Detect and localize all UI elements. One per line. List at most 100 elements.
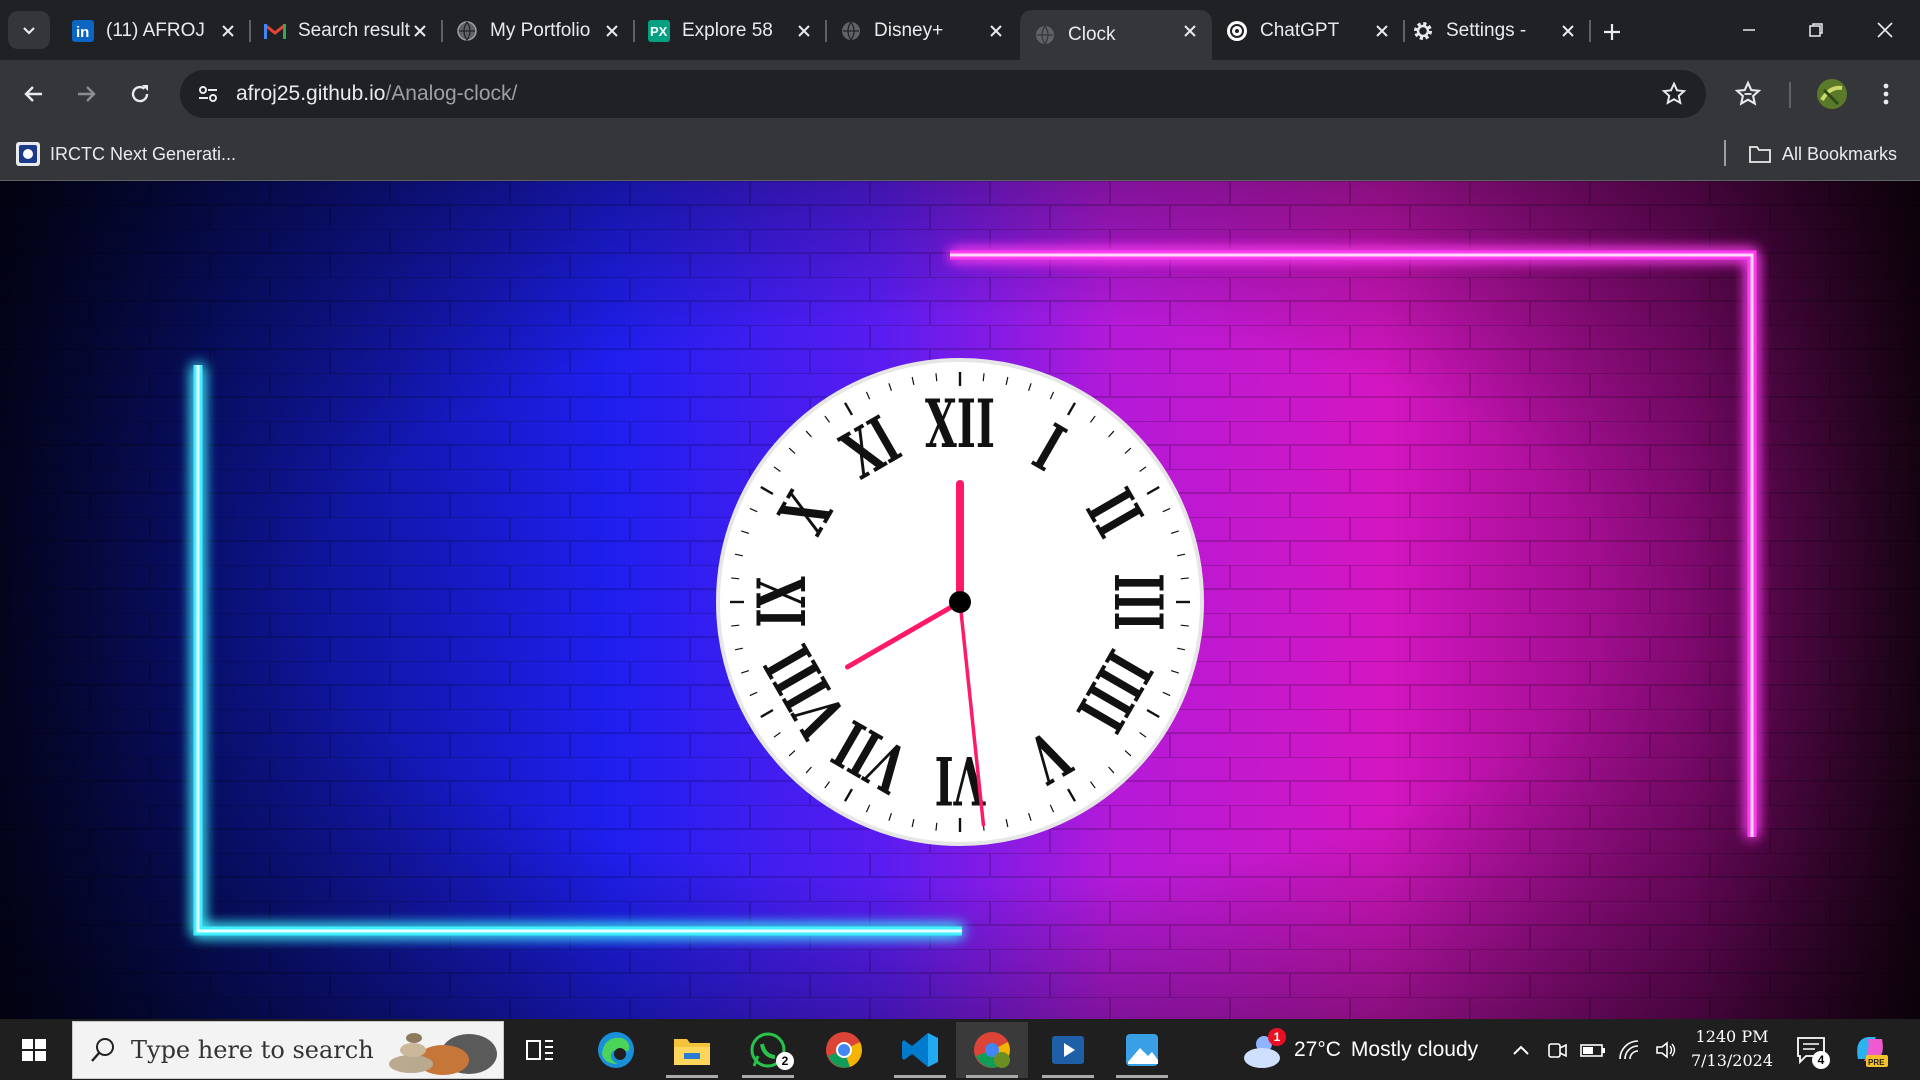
tab-title: Search results (298, 20, 410, 41)
tab-portfolio[interactable]: My Portfolio (442, 10, 635, 52)
whatsapp-app[interactable]: 2 (732, 1022, 804, 1078)
task-view-button[interactable] (504, 1022, 576, 1078)
tab-settings[interactable]: Settings - (1398, 10, 1591, 52)
system-date: 7/13/2024 (1690, 1051, 1774, 1070)
edge-app[interactable] (580, 1022, 652, 1078)
folder-icon (1749, 146, 1771, 163)
profile-avatar[interactable] (1810, 72, 1854, 116)
all-bookmarks-button[interactable]: All Bookmarks (1748, 140, 1897, 168)
globe-icon (1034, 24, 1056, 46)
clock-tick (1180, 577, 1189, 580)
start-button[interactable] (14, 1033, 54, 1067)
minimize-button[interactable] (1726, 10, 1772, 50)
restore-icon (1809, 23, 1823, 37)
close-icon[interactable] (1372, 21, 1392, 41)
folder-icon (674, 1039, 710, 1065)
copilot-button[interactable]: PRE (1850, 1029, 1892, 1071)
taskbar-search-box[interactable]: Type here to search (72, 1021, 504, 1079)
close-icon[interactable] (1180, 21, 1200, 41)
clock-tick (935, 373, 938, 382)
tab-disney[interactable]: Disney+ (826, 10, 1018, 52)
close-icon[interactable] (794, 21, 814, 41)
tab-clock[interactable]: Clock (1020, 10, 1212, 60)
reload-icon (131, 85, 149, 103)
photos-icon (1126, 1034, 1158, 1066)
wifi-icon[interactable] (1618, 1039, 1642, 1061)
bookmark-star-button[interactable] (1658, 78, 1690, 110)
bookmark-label: IRCTC Next Generati... (50, 143, 237, 164)
clock-numeral: III (1099, 573, 1177, 630)
all-bookmarks-label: All Bookmarks (1782, 143, 1898, 164)
back-button[interactable] (12, 72, 56, 116)
file-explorer-app[interactable] (656, 1022, 728, 1078)
vscode-icon (902, 1033, 938, 1067)
browser-menu-button[interactable] (1864, 72, 1908, 116)
chevron-down-icon (23, 27, 35, 35)
svg-text:in: in (76, 24, 89, 41)
tab-title: Disney+ (874, 20, 944, 41)
reload-button[interactable] (118, 72, 162, 116)
task-view-icon (526, 1040, 553, 1060)
tab-linkedin[interactable]: in (11) AFROJ (58, 10, 251, 52)
gear-icon (1412, 20, 1434, 42)
tab-explore[interactable]: PX Explore 58 (634, 10, 827, 52)
chatgpt-icon (1226, 20, 1248, 42)
reading-list-button[interactable] (1726, 72, 1770, 116)
tab-search-button[interactable] (8, 11, 50, 49)
whatsapp-badge: 2 (776, 1052, 794, 1070)
site-info-icon[interactable] (192, 78, 224, 110)
temperature: 27°C (1294, 1038, 1341, 1061)
globe-icon (840, 20, 862, 42)
close-icon[interactable] (218, 21, 238, 41)
weather-widget[interactable]: 1 27°C Mostly cloudy (1242, 1028, 1478, 1071)
chrome-app-active[interactable] (956, 1022, 1028, 1078)
globe-icon (456, 20, 478, 42)
tab-strip: in (11) AFROJ Search results My Portfoli… (0, 0, 1920, 60)
tab-gmail[interactable]: Search results (250, 10, 443, 52)
gmail-icon (264, 20, 286, 42)
plus-icon (1604, 24, 1620, 40)
restore-button[interactable] (1793, 10, 1839, 50)
linkedin-icon: in (72, 20, 94, 42)
arrow-right-icon (78, 86, 96, 102)
close-window-button[interactable] (1862, 10, 1908, 50)
star-list-icon (1734, 80, 1762, 106)
address-bar[interactable]: afroj25.github.io/Analog-clock/ (180, 70, 1706, 118)
url-path: /Analog-clock/ (385, 82, 518, 105)
clock-tick (1180, 624, 1189, 627)
meet-now-icon[interactable] (1546, 1039, 1568, 1061)
photos-app[interactable] (1106, 1022, 1178, 1078)
cloudy-icon: 1 (1242, 1028, 1286, 1070)
chrome-icon (826, 1032, 862, 1068)
media-player-app[interactable] (1032, 1022, 1104, 1078)
svg-text:PX: PX (650, 24, 668, 39)
system-clock[interactable]: 12​40 PM 7/13/2024 (1690, 1025, 1774, 1073)
close-icon[interactable] (1558, 21, 1578, 41)
close-icon (1877, 22, 1893, 38)
arrow-left-icon (24, 86, 42, 102)
notification-center-button[interactable]: 4 (1792, 1029, 1832, 1071)
minimize-icon (1743, 29, 1755, 31)
vscode-app[interactable] (884, 1022, 956, 1078)
tab-title: (11) AFROJ (106, 20, 205, 41)
close-icon[interactable] (602, 21, 622, 41)
forward-button[interactable] (64, 72, 108, 116)
new-tab-button[interactable] (1594, 14, 1630, 50)
browser-toolbar: afroj25.github.io/Analog-clock/ (0, 60, 1920, 128)
battery-icon[interactable] (1580, 1039, 1606, 1061)
close-icon[interactable] (410, 21, 430, 41)
bookmarks-bar: IRCTC Next Generati... All Bookmarks (0, 128, 1920, 181)
avatar (1817, 79, 1847, 109)
close-icon[interactable] (986, 21, 1006, 41)
tab-title: ChatGPT (1260, 20, 1340, 41)
tab-chatgpt[interactable]: ChatGPT (1212, 10, 1405, 52)
bookmark-irctc[interactable]: IRCTC Next Generati... (16, 140, 236, 168)
chevron-up-icon[interactable] (1510, 1039, 1532, 1061)
volume-icon[interactable] (1654, 1039, 1678, 1061)
clock-tick (935, 822, 938, 831)
clock-center-pin (949, 591, 971, 613)
chrome-app[interactable] (808, 1022, 880, 1078)
analog-clock: XII IIIIIIIIIIVVIVIIVIIIIXXXI (716, 358, 1204, 846)
weather-badge: 1 (1268, 1028, 1286, 1046)
windows-taskbar: Type here to search 2 1 27°C Mostly clou… (0, 1019, 1920, 1080)
